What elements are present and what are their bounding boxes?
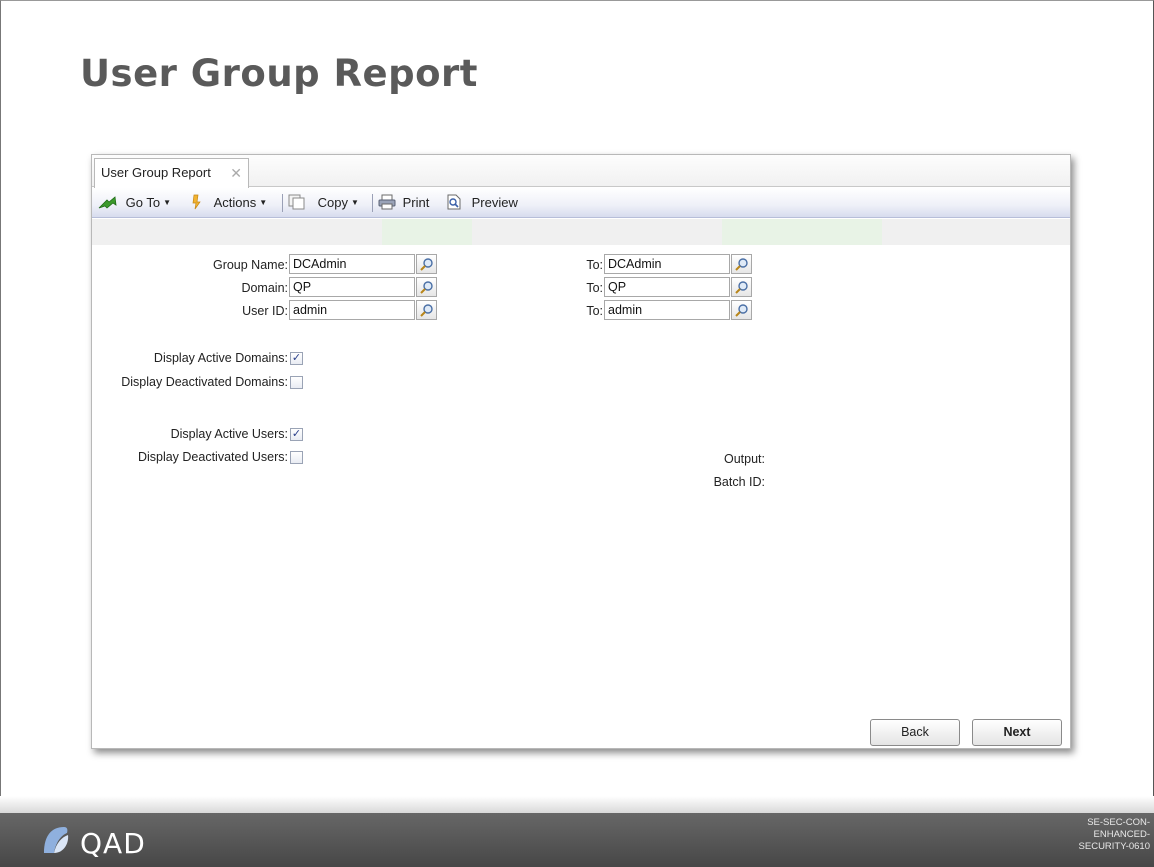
goto-menu[interactable]: Go To ▼ [98, 188, 171, 218]
back-button[interactable]: Back [870, 719, 960, 746]
caret-down-icon: ▼ [163, 198, 171, 207]
display-deactivated-users-checkbox[interactable] [290, 451, 303, 464]
actions-icon [190, 191, 202, 221]
app-window: User Group Report ✕ Go To ▼ Actions ▼ Copy… [91, 154, 1071, 749]
magnifier-icon [735, 258, 748, 271]
magnifier-icon [735, 281, 748, 294]
caret-down-icon: ▼ [350, 198, 359, 207]
display-deactivated-domains-checkbox[interactable] [290, 376, 303, 389]
user-id-label: User ID: [242, 304, 288, 318]
toolbar-separator [282, 194, 283, 212]
user-id-to-lookup[interactable] [731, 300, 752, 320]
user-id-to-field[interactable]: admin [604, 300, 730, 320]
domain-label: Domain: [241, 281, 288, 295]
toolbar-separator [372, 194, 373, 212]
preview-icon [446, 191, 462, 221]
tab-user-group-report[interactable]: User Group Report ✕ [94, 158, 249, 188]
magnifier-icon [735, 304, 748, 317]
close-icon[interactable]: ✕ [230, 159, 242, 187]
print-label: Print [402, 195, 430, 210]
display-active-domains-label: Display Active Domains: [153, 351, 288, 365]
group-name-to-field[interactable]: DCAdmin [604, 254, 730, 274]
logo-text: QAD [80, 827, 146, 860]
domain-to-lookup[interactable] [731, 277, 752, 297]
display-active-users-label: Display Active Users: [170, 427, 288, 441]
print-button[interactable]: Print [378, 188, 429, 218]
magnifier-icon [420, 281, 433, 294]
tab-strip: User Group Report ✕ [92, 155, 1070, 188]
goto-arrow-icon [98, 191, 118, 221]
printer-icon [378, 191, 396, 221]
group-name-from-field[interactable]: DCAdmin [289, 254, 415, 274]
qad-logo-icon [44, 827, 69, 853]
copy-menu[interactable]: Copy ▼ [288, 188, 359, 218]
display-active-domains-checkbox[interactable]: ✓ [290, 352, 303, 365]
domain-to-label: To: [586, 281, 603, 295]
group-name-to-lookup[interactable] [731, 254, 752, 274]
copy-label: Copy [317, 195, 348, 210]
domain-from-field[interactable]: QP [289, 277, 415, 297]
caret-down-icon: ▼ [259, 198, 268, 207]
display-active-users-checkbox[interactable]: ✓ [290, 428, 303, 441]
display-deactivated-domains-label: Display Deactivated Domains: [121, 375, 288, 389]
group-name-to-label: To: [586, 258, 603, 272]
preview-label: Preview [471, 195, 518, 210]
user-id-from-field[interactable]: admin [289, 300, 415, 320]
domain-to-field[interactable]: QP [604, 277, 730, 297]
output-label: Output: [724, 452, 765, 466]
magnifier-icon [420, 258, 433, 271]
actions-label: Actions [213, 195, 257, 210]
group-name-from-lookup[interactable] [416, 254, 437, 274]
user-id-from-lookup[interactable] [416, 300, 437, 320]
actions-menu[interactable]: Actions ▼ [190, 188, 267, 218]
slide-title: User Group Report [80, 52, 478, 95]
next-button[interactable]: Next [972, 719, 1062, 746]
user-id-to-label: To: [586, 304, 603, 318]
magnifier-icon [420, 304, 433, 317]
goto-label: Go To [125, 195, 161, 210]
document-code: SE-SEC-CON-ENHANCED-SECURITY-0610 [1078, 817, 1150, 852]
tab-label: User Group Report [101, 165, 211, 180]
group-name-label: Group Name: [212, 258, 288, 272]
footer-fade [0, 796, 1154, 813]
toolbar: Go To ▼ Actions ▼ Copy ▼ Print Preview [92, 188, 1070, 218]
copy-icon [288, 191, 306, 221]
domain-from-lookup[interactable] [416, 277, 437, 297]
footer: QAD SE-SEC-CON-ENHANCED-SECURITY-0610 [0, 813, 1154, 867]
display-deactivated-users-label: Display Deactivated Users: [137, 450, 288, 464]
preview-button[interactable]: Preview [446, 188, 518, 218]
batch-id-label: Batch ID: [713, 475, 765, 489]
status-strip [92, 219, 1070, 245]
